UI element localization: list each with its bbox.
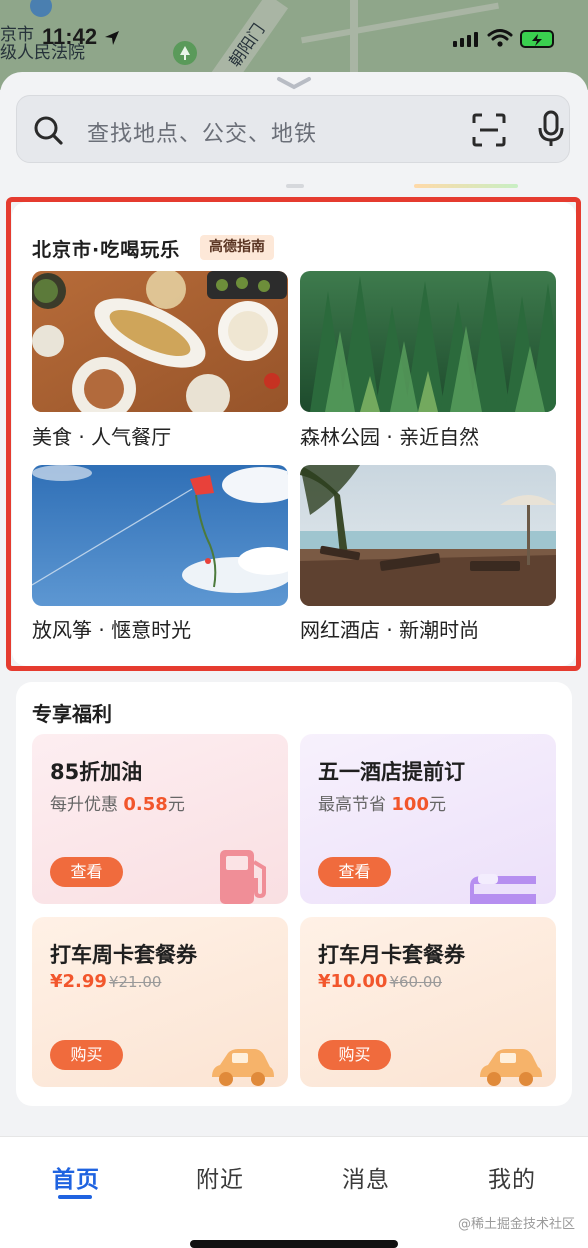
benefit-hotel-subtitle: 最高节省 100元 [318,794,446,815]
benefit-fuel-subtitle: 每升优惠 0.58元 [50,794,185,815]
scroll-hint-color [414,184,518,188]
search-input[interactable]: 查找地点、公交、地铁 [87,116,317,148]
tab-home[interactable]: 首页 [52,1160,100,1194]
benefit-taxi-month-price: ¥10.00 ¥60.00 [318,971,442,992]
benefit-fuel-title: 85折加油 [50,760,143,784]
location-poi-icon[interactable] [28,0,54,20]
tab-home-indicator [58,1195,92,1199]
gas-pump-icon [220,850,266,904]
search-bar[interactable]: 查找地点、公交、地铁 [16,95,570,163]
benefits-title: 专享福利 [32,702,112,726]
home-indicator[interactable] [190,1240,398,1248]
benefit-fuel-view-button[interactable]: 查看 [50,857,123,887]
location-arrow-icon [105,31,119,45]
cellular-signal-icon [453,32,478,47]
benefit-taxi-week-buy-button[interactable]: 购买 [50,1040,123,1070]
car-icon [480,1049,542,1086]
benefit-taxi-month-buy-button[interactable]: 购买 [318,1040,391,1070]
microphone-icon[interactable] [537,110,565,148]
benefit-taxi-month-title: 打车月卡套餐券 [318,943,465,967]
benefit-hotel-title: 五一酒店提前订 [318,760,465,784]
car-icon [212,1049,274,1086]
highlight-frame [6,197,581,671]
sheet-collapse-chevron-icon[interactable] [276,76,312,90]
status-time: 11:42 [42,24,98,49]
search-icon [34,116,63,145]
benefit-taxi-week-card[interactable]: 打车周卡套餐券 ¥2.99 ¥21.00 购买 [32,917,288,1087]
benefit-taxi-month-card[interactable]: 打车月卡套餐券 ¥10.00 ¥60.00 购买 [300,917,556,1087]
benefit-fuel-card[interactable]: 85折加油 每升优惠 0.58元 查看 [32,734,288,904]
tab-profile[interactable]: 我的 [488,1160,536,1194]
hotel-bed-icon [470,874,536,904]
benefit-hotel-view-button[interactable]: 查看 [318,857,391,887]
benefit-taxi-week-price: ¥2.99 ¥21.00 [50,971,162,992]
benefit-hotel-card[interactable]: 五一酒店提前订 最高节省 100元 查看 [300,734,556,904]
wifi-icon [487,29,513,47]
watermark: @稀土掘金技术社区 [458,1217,576,1232]
status-bar: 11:42 [0,18,588,58]
scan-icon[interactable] [472,113,506,147]
tab-nearby[interactable]: 附近 [196,1160,244,1194]
battery-icon [520,30,554,48]
tab-messages[interactable]: 消息 [342,1160,390,1194]
benefit-taxi-week-title: 打车周卡套餐券 [50,943,197,967]
scroll-hint [286,184,304,188]
